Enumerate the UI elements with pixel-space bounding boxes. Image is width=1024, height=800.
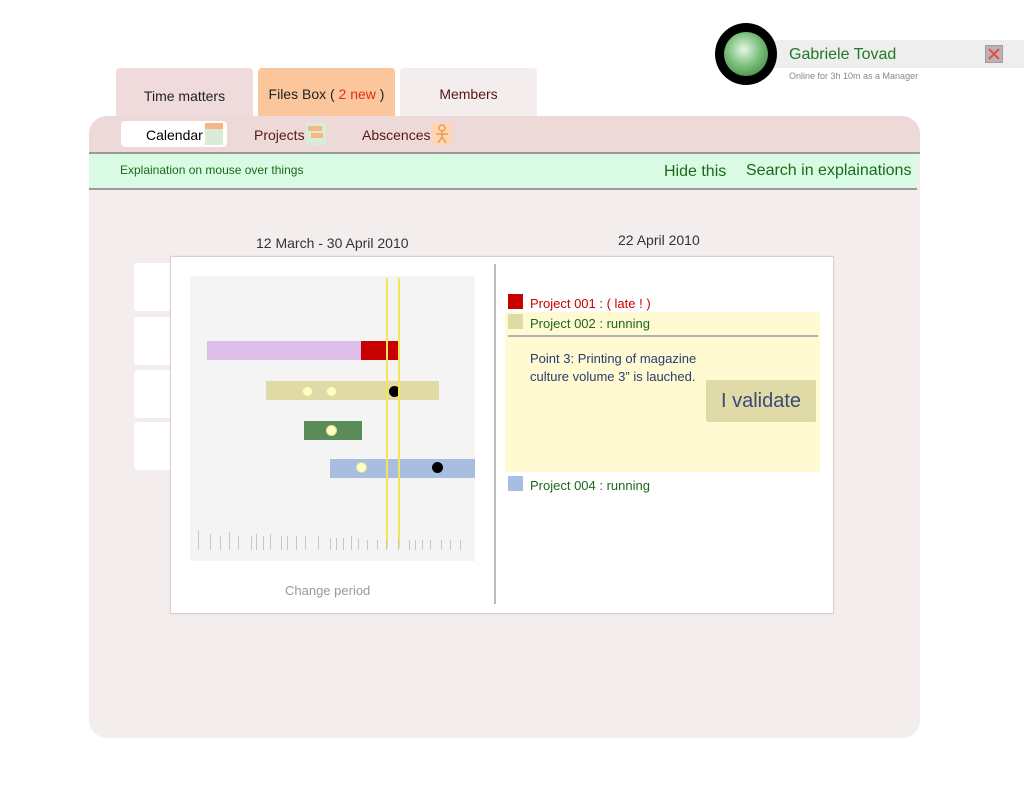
milestone-open[interactable] <box>326 386 337 397</box>
timeline-tick <box>351 536 352 550</box>
timeline-tick <box>367 540 368 550</box>
validate-button[interactable]: I validate <box>706 380 816 422</box>
today-marker-line[interactable] <box>386 278 388 548</box>
user-status-text: Online for 3h 10m as a Manager <box>789 71 919 81</box>
gantt-bar-project-001-late[interactable] <box>361 341 399 360</box>
timeline-tick <box>450 540 451 550</box>
tab-files-box-label: Files Box ( <box>268 86 339 102</box>
user-name: Gabriele Tovad <box>789 46 897 63</box>
search-explanations-link[interactable]: Search in explainations <box>746 162 911 180</box>
calendar-icon[interactable] <box>205 123 223 145</box>
detail-divider <box>508 335 818 337</box>
tab-files-box[interactable]: Files Box ( 2 new ) <box>258 68 395 116</box>
gantt-bar-project-001[interactable] <box>207 341 362 360</box>
project-label: Project 004 : running <box>530 478 650 493</box>
project-color-swatch <box>508 476 523 491</box>
selected-day-label: 22 April 2010 <box>618 232 700 248</box>
timeline-tick <box>336 538 337 550</box>
project-color-swatch <box>508 314 523 329</box>
timeline-tick <box>430 540 431 550</box>
timeline-tick <box>305 536 306 550</box>
detail-point-text: Point 3: Printing of magazine culture vo… <box>530 351 697 384</box>
side-tab-2[interactable] <box>134 317 174 365</box>
new-files-count: 2 new <box>338 86 376 102</box>
milestone-open[interactable] <box>356 462 367 473</box>
user-status-orb-icon <box>715 23 777 85</box>
side-tab-3[interactable] <box>134 370 174 418</box>
projects-gantt-icon[interactable] <box>306 123 326 145</box>
hide-help-link[interactable]: Hide this <box>664 163 726 181</box>
timeline-tick <box>377 540 378 550</box>
milestone-done[interactable] <box>432 462 443 473</box>
tab-time-matters[interactable]: Time matters <box>116 68 253 116</box>
timeline-tick <box>460 540 461 550</box>
person-icon[interactable] <box>432 123 452 145</box>
period-label: 12 March - 30 April 2010 <box>256 235 409 251</box>
timeline-tick <box>330 538 331 550</box>
timeline-tick <box>198 530 199 550</box>
timeline-tick <box>210 534 211 550</box>
timeline-tick <box>398 538 399 550</box>
gantt-bar-project-004[interactable] <box>330 459 475 478</box>
timeline-tick <box>287 536 288 550</box>
timeline-tick <box>296 536 297 550</box>
close-icon[interactable] <box>985 45 1003 63</box>
timeline-tick <box>220 536 221 550</box>
timeline-tick <box>238 536 239 550</box>
timeline-tick <box>386 540 387 550</box>
timeline-tick <box>409 540 410 550</box>
project-label: Project 001 : ( late ! ) <box>530 296 651 311</box>
timeline-tick <box>358 538 359 550</box>
timeline-tick <box>441 540 442 550</box>
subtab-projects[interactable]: Projects <box>254 121 305 147</box>
tab-members[interactable]: Members <box>400 68 537 116</box>
project-color-swatch <box>508 294 523 309</box>
milestone-open[interactable] <box>326 425 337 436</box>
timeline-tick <box>343 538 344 550</box>
today-marker-line[interactable] <box>398 278 400 548</box>
timeline-tick <box>422 540 423 550</box>
timeline-tick <box>229 532 230 550</box>
tab-files-box-suffix: ) <box>375 86 385 102</box>
timeline-tick <box>256 534 257 550</box>
timeline-tick <box>281 536 282 550</box>
timeline-tick <box>263 536 264 550</box>
side-tab-1[interactable] <box>134 263 174 311</box>
help-divider <box>89 188 917 190</box>
gantt-chart[interactable] <box>190 276 475 561</box>
timeline-tick <box>270 534 271 550</box>
timeline-tick <box>415 540 416 550</box>
milestone-open[interactable] <box>302 386 313 397</box>
subtab-abscences[interactable]: Abscences <box>362 121 430 147</box>
side-tab-4[interactable] <box>134 422 174 470</box>
card-divider <box>494 264 496 604</box>
change-period-link[interactable]: Change period <box>285 583 370 598</box>
gantt-bar-project-002[interactable] <box>266 381 439 400</box>
project-label: Project 002 : running <box>530 316 650 331</box>
timeline-tick <box>251 536 252 550</box>
timeline-tick <box>318 536 319 550</box>
help-text: Explaination on mouse over things <box>120 163 304 177</box>
